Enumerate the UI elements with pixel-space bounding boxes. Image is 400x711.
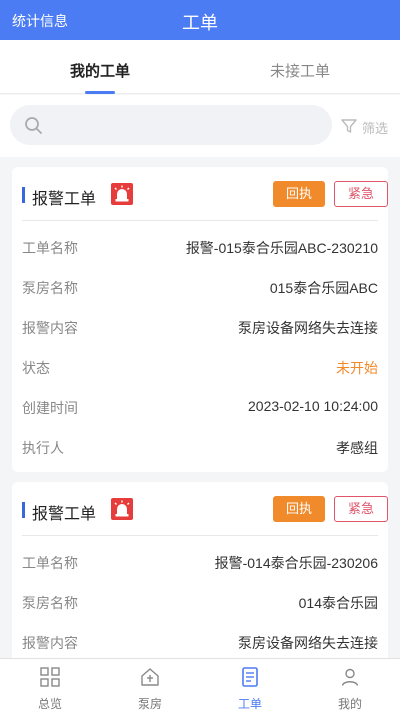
tab-my-orders-label: 我的工单 xyxy=(69,63,130,80)
field-label: 执行人 xyxy=(22,440,64,456)
field-value: 014泰合乐园 xyxy=(298,595,378,611)
tab-unaccepted-label: 未接工单 xyxy=(269,63,330,80)
list-item: 泵房名称 014泰合乐园 xyxy=(22,582,378,622)
tab-work-orders[interactable]: 工单 xyxy=(200,659,300,711)
field-value: 2023-02-10 10:24:00 xyxy=(248,398,378,414)
list-item: 报警内容 泵房设备网络失去连接 xyxy=(22,307,378,347)
grid-icon xyxy=(40,667,60,687)
alarm-siren-icon xyxy=(111,183,133,205)
field-label: 泵房名称 xyxy=(22,280,78,296)
field-value: 孝感组 xyxy=(336,440,378,456)
list-item: 执行人 孝感组 xyxy=(22,427,378,467)
bottom-tab-bar: 总览 泵房 工单 我的 xyxy=(0,658,400,711)
field-value: 泵房设备网络失去连接 xyxy=(238,320,378,336)
search-box[interactable] xyxy=(10,105,332,145)
search-icon xyxy=(25,117,42,134)
list-item: 工单名称 报警-014泰合乐园-230206 xyxy=(22,542,378,582)
user-icon xyxy=(341,668,359,686)
search-row: 筛选 xyxy=(0,95,400,157)
top-header: 统计信息 工单 xyxy=(0,0,400,40)
tab-work-orders-label: 工单 xyxy=(237,697,262,711)
list-item: 泵房名称 015泰合乐园ABC xyxy=(22,267,378,307)
card-header: 报警工单 回执 紧急 xyxy=(22,482,388,536)
field-value: 015泰合乐园ABC xyxy=(269,280,378,296)
field-value: 泵房设备网络失去连接 xyxy=(238,635,378,651)
house-icon xyxy=(141,668,159,686)
field-label: 报警内容 xyxy=(22,635,78,651)
field-label: 状态 xyxy=(22,360,50,376)
tab-my-orders[interactable]: 我的工单 xyxy=(0,60,200,94)
work-order-card[interactable]: 报警工单 回执 紧急 工单名称 报警-015泰合乐园ABC-230210 泵房名… xyxy=(12,167,388,472)
status-value: 未开始 xyxy=(336,360,378,376)
list-item: 报警内容 泵房设备网络失去连接 xyxy=(22,622,378,662)
tab-mine-label: 我的 xyxy=(337,697,362,711)
field-label: 创建时间 xyxy=(22,400,78,416)
list-item: 状态 未开始 xyxy=(22,347,378,387)
field-label: 报警内容 xyxy=(22,320,78,336)
tab-bar-top: 我的工单 未接工单 xyxy=(0,40,400,94)
page-title: 工单 xyxy=(182,13,218,33)
urgent-badge: 紧急 xyxy=(334,496,388,522)
tab-active-indicator xyxy=(85,91,115,94)
filter-label: 筛选 xyxy=(362,121,389,136)
list-item: 创建时间 2023-02-10 10:24:00 xyxy=(22,387,378,427)
document-icon xyxy=(242,667,258,687)
urgent-badge: 紧急 xyxy=(334,181,388,207)
field-label: 工单名称 xyxy=(22,555,78,571)
receipt-button[interactable]: 回执 xyxy=(273,496,325,522)
title-accent-bar xyxy=(22,187,25,203)
card-title: 报警工单 xyxy=(32,506,97,523)
tab-overview-label: 总览 xyxy=(37,697,62,711)
field-value: 报警-014泰合乐园-230206 xyxy=(214,555,378,571)
field-label: 泵房名称 xyxy=(22,595,78,611)
receipt-button[interactable]: 回执 xyxy=(273,181,325,207)
tab-unaccepted-orders[interactable]: 未接工单 xyxy=(200,60,400,81)
tab-pump-room-label: 泵房 xyxy=(137,697,162,711)
card-title: 报警工单 xyxy=(32,191,97,208)
tab-mine[interactable]: 我的 xyxy=(300,659,400,711)
search-input[interactable] xyxy=(54,113,314,137)
field-value: 报警-015泰合乐园ABC-230210 xyxy=(185,240,378,256)
work-order-card[interactable]: 报警工单 回执 紧急 工单名称 报警-014泰合乐园-230206 泵房名称 0… xyxy=(12,482,388,672)
list-item: 工单名称 报警-015泰合乐园ABC-230210 xyxy=(22,227,378,267)
field-label: 工单名称 xyxy=(22,240,78,256)
filter-icon xyxy=(341,119,357,133)
tab-overview[interactable]: 总览 xyxy=(0,659,100,711)
title-accent-bar xyxy=(22,502,25,518)
tab-pump-room[interactable]: 泵房 xyxy=(100,659,200,711)
alarm-siren-icon xyxy=(111,498,133,520)
card-header: 报警工单 回执 紧急 xyxy=(22,167,388,221)
